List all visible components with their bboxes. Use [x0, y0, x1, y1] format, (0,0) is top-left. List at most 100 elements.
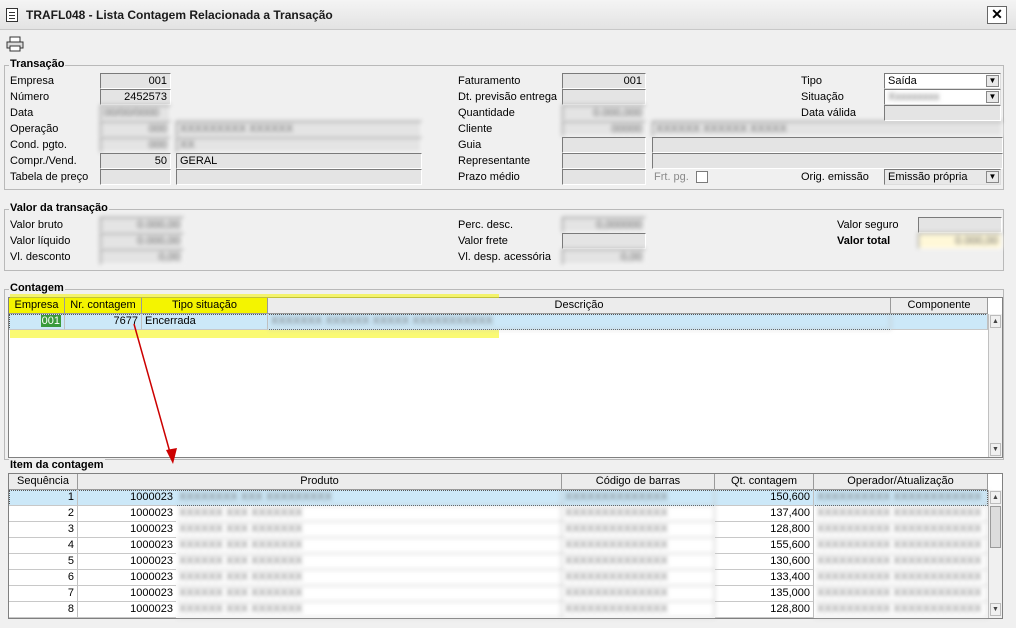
seq-cell[interactable]: 8: [9, 602, 78, 618]
numero-field[interactable]: 2452573: [100, 89, 171, 105]
cond-pgto-code-field[interactable]: 000: [100, 137, 171, 153]
close-button[interactable]: ✕: [987, 6, 1007, 24]
orig-emissao-select[interactable]: Emissão própria ▼: [884, 169, 1001, 185]
seq-cell[interactable]: 3: [9, 522, 78, 538]
operacao-code-field[interactable]: 000: [100, 121, 171, 137]
guia-code-field[interactable]: [562, 137, 646, 153]
cond-pgto-desc-field[interactable]: XX: [176, 137, 422, 153]
col-header-qt-contagem[interactable]: Qt. contagem: [715, 474, 814, 490]
produto-codigo-cell[interactable]: 1000023: [78, 490, 176, 506]
empresa-field[interactable]: 001: [100, 73, 171, 89]
operacao-desc-field[interactable]: XXXXXXXXX XXXXXX: [176, 121, 422, 137]
qt-cell[interactable]: 137,400: [715, 506, 814, 522]
valor-bruto-field[interactable]: 0.000,00: [100, 217, 184, 233]
operador-cell[interactable]: XXXXXXXXXX XXXXXXXXXXXX: [814, 538, 988, 554]
valor-total-field[interactable]: 0.000,00: [918, 233, 1002, 249]
barras-cell[interactable]: XXXXXXXXXXXXXX: [562, 506, 715, 522]
compr-vend-code-field[interactable]: 50: [100, 153, 171, 169]
scroll-down-icon[interactable]: ▼: [990, 443, 1001, 456]
vl-desconto-field[interactable]: 0,00: [100, 249, 184, 265]
produto-desc-cell[interactable]: XXXXXX XXX XXXXXXX: [176, 554, 562, 570]
produto-codigo-cell[interactable]: 1000023: [78, 538, 176, 554]
seq-cell[interactable]: 7: [9, 586, 78, 602]
scroll-thumb[interactable]: [990, 506, 1001, 548]
produto-desc-cell[interactable]: XXXXXX XXX XXXXXXX: [176, 538, 562, 554]
cliente-code-field[interactable]: 00000: [562, 121, 646, 137]
seq-cell[interactable]: 6: [9, 570, 78, 586]
contagem-descricao-cell[interactable]: XXXXXXX XXXXXX XXXXX XXXXXXXXXXX: [268, 314, 891, 330]
produto-desc-cell[interactable]: XXXXXX XXX XXXXXXX: [176, 602, 562, 618]
situacao-select[interactable]: Xxxxxxxxx ▼: [884, 89, 1001, 105]
faturamento-field[interactable]: 001: [562, 73, 646, 89]
operador-cell[interactable]: XXXXXXXXXX XXXXXXXXXXXX: [814, 602, 988, 618]
produto-codigo-cell[interactable]: 1000023: [78, 554, 176, 570]
produto-desc-cell[interactable]: XXXXXX XXX XXXXXXX: [176, 522, 562, 538]
produto-desc-cell[interactable]: XXXXXX XXX XXXXXXX: [176, 586, 562, 602]
qt-cell[interactable]: 150,600: [715, 490, 814, 506]
prazo-medio-field[interactable]: [562, 169, 646, 185]
operador-cell[interactable]: XXXXXXXXXX XXXXXXXXXXXX: [814, 490, 988, 506]
produto-codigo-cell[interactable]: 1000023: [78, 570, 176, 586]
operador-cell[interactable]: XXXXXXXXXX XXXXXXXXXXXX: [814, 586, 988, 602]
barras-cell[interactable]: XXXXXXXXXXXXXX: [562, 602, 715, 618]
produto-desc-cell[interactable]: XXXXXX XXX XXXXXXX: [176, 570, 562, 586]
guia-desc-field[interactable]: [652, 137, 1003, 153]
scroll-up-icon[interactable]: ▲: [990, 491, 1001, 504]
col-header-codigo-barras[interactable]: Código de barras: [562, 474, 715, 490]
produto-codigo-cell[interactable]: 1000023: [78, 522, 176, 538]
quantidade-field[interactable]: 0.000,000: [562, 105, 646, 121]
tabela-preco-desc-field[interactable]: [176, 169, 422, 185]
data-valida-field[interactable]: [884, 105, 1001, 121]
col-header-nr-contagem[interactable]: Nr. contagem: [65, 298, 142, 314]
dt-previsao-field[interactable]: [562, 89, 646, 105]
vl-desp-acessoria-field[interactable]: 0,00: [562, 249, 646, 265]
compr-vend-desc-field[interactable]: GERAL: [176, 153, 422, 169]
col-header-produto[interactable]: Produto: [78, 474, 562, 490]
operador-cell[interactable]: XXXXXXXXXX XXXXXXXXXXXX: [814, 522, 988, 538]
col-header-operador[interactable]: Operador/Atualização: [814, 474, 988, 490]
qt-cell[interactable]: 135,000: [715, 586, 814, 602]
col-header-empresa[interactable]: Empresa: [9, 298, 65, 314]
seq-cell[interactable]: 1: [9, 490, 78, 506]
produto-desc-cell[interactable]: XXXXXX XXX XXXXXXX: [176, 506, 562, 522]
col-header-componente[interactable]: Componente: [891, 298, 988, 314]
valor-frete-field[interactable]: [562, 233, 646, 249]
col-header-sequencia[interactable]: Sequência: [9, 474, 78, 490]
qt-cell[interactable]: 155,600: [715, 538, 814, 554]
seq-cell[interactable]: 5: [9, 554, 78, 570]
contagem-componente-cell[interactable]: [891, 314, 988, 330]
operador-cell[interactable]: XXXXXXXXXX XXXXXXXXXXXX: [814, 570, 988, 586]
barras-cell[interactable]: XXXXXXXXXXXXXX: [562, 538, 715, 554]
contagem-empresa-cell[interactable]: 001: [9, 314, 65, 330]
produto-codigo-cell[interactable]: 1000023: [78, 506, 176, 522]
representante-desc-field[interactable]: [652, 153, 1003, 169]
frete-pago-checkbox[interactable]: [696, 171, 708, 183]
qt-cell[interactable]: 128,800: [715, 522, 814, 538]
barras-cell[interactable]: XXXXXXXXXXXXXX: [562, 522, 715, 538]
qt-cell[interactable]: 133,400: [715, 570, 814, 586]
scroll-down-icon[interactable]: ▼: [990, 603, 1001, 616]
barras-cell[interactable]: XXXXXXXXXXXXXX: [562, 490, 715, 506]
col-header-descricao[interactable]: Descrição: [268, 298, 891, 314]
operador-cell[interactable]: XXXXXXXXXX XXXXXXXXXXXX: [814, 506, 988, 522]
produto-codigo-cell[interactable]: 1000023: [78, 602, 176, 618]
produto-desc-cell[interactable]: XXXXXXXX XXX XXXXXXXXX: [176, 490, 562, 506]
data-field[interactable]: 00/00/0000: [100, 105, 171, 121]
printer-icon[interactable]: [6, 35, 24, 53]
contagem-scrollbar[interactable]: [988, 314, 1002, 457]
representante-code-field[interactable]: [562, 153, 646, 169]
seq-cell[interactable]: 4: [9, 538, 78, 554]
qt-cell[interactable]: 128,800: [715, 602, 814, 618]
valor-seguro-field[interactable]: [918, 217, 1002, 233]
tipo-select[interactable]: Saída ▼: [884, 73, 1001, 89]
qt-cell[interactable]: 130,600: [715, 554, 814, 570]
tabela-preco-code-field[interactable]: [100, 169, 171, 185]
valor-liquido-field[interactable]: 0.000,00: [100, 233, 184, 249]
operador-cell[interactable]: XXXXXXXXXX XXXXXXXXXXXX: [814, 554, 988, 570]
scroll-up-icon[interactable]: ▲: [990, 315, 1001, 328]
barras-cell[interactable]: XXXXXXXXXXXXXX: [562, 554, 715, 570]
cliente-name-field[interactable]: XXXXXX XXXXXX XXXXX: [652, 121, 1003, 137]
produto-codigo-cell[interactable]: 1000023: [78, 586, 176, 602]
perc-desc-field[interactable]: 0,000000: [562, 217, 646, 233]
col-header-tipo-situacao[interactable]: Tipo situação: [142, 298, 268, 314]
